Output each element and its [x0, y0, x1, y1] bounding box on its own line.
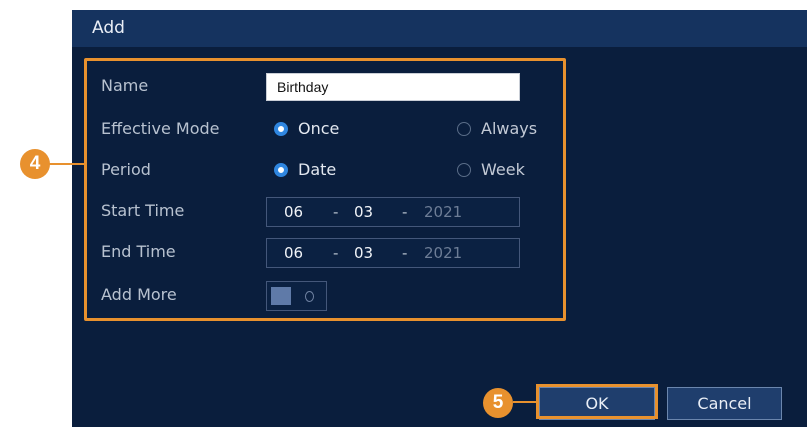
callout-4-badge: 4	[20, 149, 50, 179]
fields-highlight-box	[84, 58, 566, 321]
dialog-title-bar: Add	[72, 10, 807, 47]
callout-5-badge: 5	[483, 388, 513, 418]
callout-5-leader	[513, 401, 537, 403]
cancel-button[interactable]: Cancel	[667, 387, 782, 420]
ok-highlight-box	[536, 384, 658, 419]
dialog-title: Add	[92, 18, 125, 38]
callout-4-leader	[48, 163, 85, 165]
